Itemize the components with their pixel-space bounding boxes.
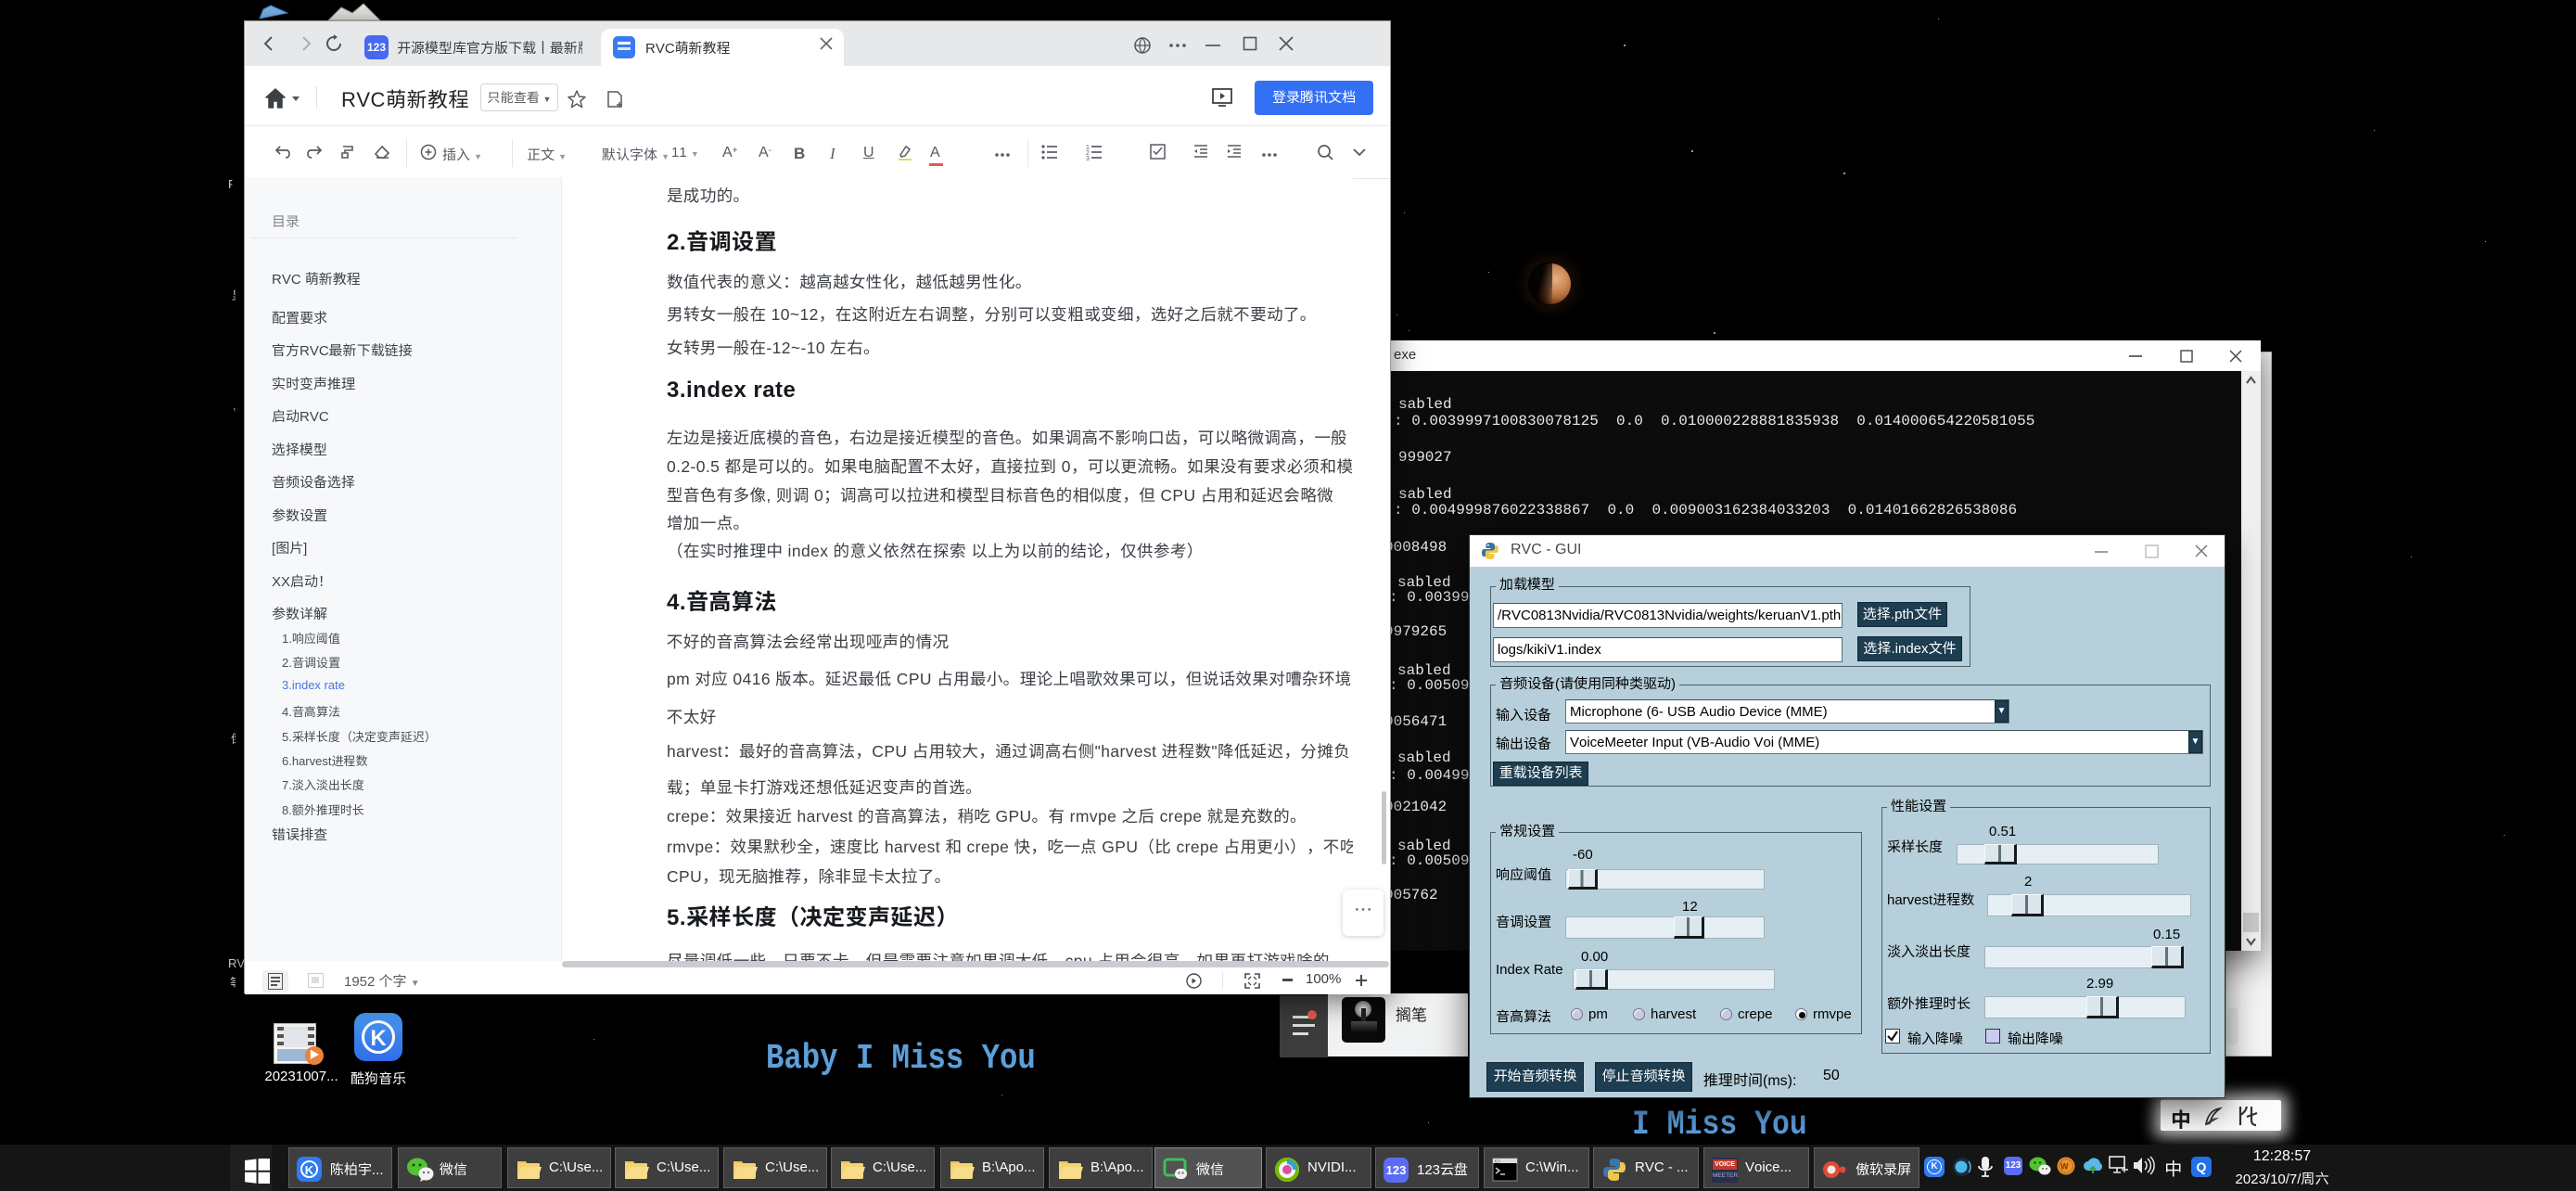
svg-text:C:\: C:\ bbox=[1495, 1159, 1501, 1163]
svg-text:W: W bbox=[2060, 1162, 2069, 1172]
svg-text:3: 3 bbox=[1086, 156, 1090, 160]
